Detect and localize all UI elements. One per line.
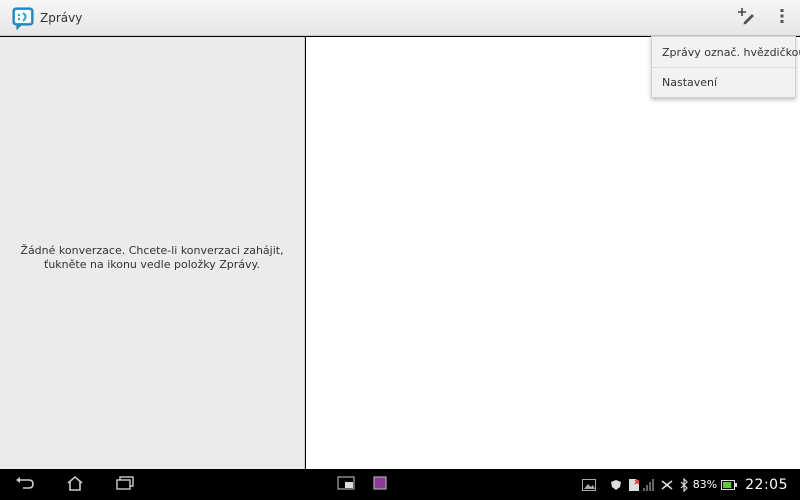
gallery-notification-icon: [581, 478, 596, 491]
overflow-menu: Zprávy označ. hvězdičkou Nastavení: [651, 36, 800, 98]
home-button[interactable]: [50, 469, 100, 500]
signal-icon: [642, 478, 654, 491]
conversation-list: Žádné konverzace. Chcete-li konverzaci z…: [0, 37, 305, 469]
menu-item-settings[interactable]: Nastavení: [652, 67, 795, 97]
small-apps-button[interactable]: [329, 469, 363, 500]
clipper-icon: [373, 475, 387, 494]
back-button[interactable]: [0, 469, 50, 500]
new-message-icon: [737, 7, 755, 29]
no-sim-icon: [628, 478, 640, 492]
messaging-app-icon[interactable]: [10, 6, 36, 30]
new-message-button[interactable]: [728, 0, 764, 36]
recent-apps-icon: [116, 475, 134, 494]
wifi-off-icon: [660, 479, 674, 491]
overflow-menu-button[interactable]: [764, 0, 800, 36]
overflow-menu-icon: [779, 8, 785, 28]
recent-apps-button[interactable]: [100, 469, 150, 500]
clipper-button[interactable]: [363, 469, 397, 500]
status-area[interactable]: 83% 22:05: [576, 469, 800, 500]
system-bar: 83% 22:05: [0, 469, 800, 500]
action-bar: Zprávy: [0, 0, 800, 36]
bluetooth-icon: [680, 477, 688, 492]
clock: 22:05: [745, 476, 788, 493]
battery-percent: 83%: [692, 478, 718, 491]
app-title: Zprávy: [40, 10, 83, 25]
back-icon: [15, 475, 35, 494]
conversation-detail-pane: [306, 37, 800, 469]
battery-icon: [721, 479, 738, 490]
shield-notification-icon: [610, 479, 622, 491]
empty-conversations-message: Žádné konverzace. Chcete-li konverzaci z…: [20, 244, 284, 271]
home-icon: [66, 475, 84, 495]
menu-item-starred-messages[interactable]: Zprávy označ. hvězdičkou: [652, 37, 800, 67]
small-apps-icon: [337, 475, 355, 494]
